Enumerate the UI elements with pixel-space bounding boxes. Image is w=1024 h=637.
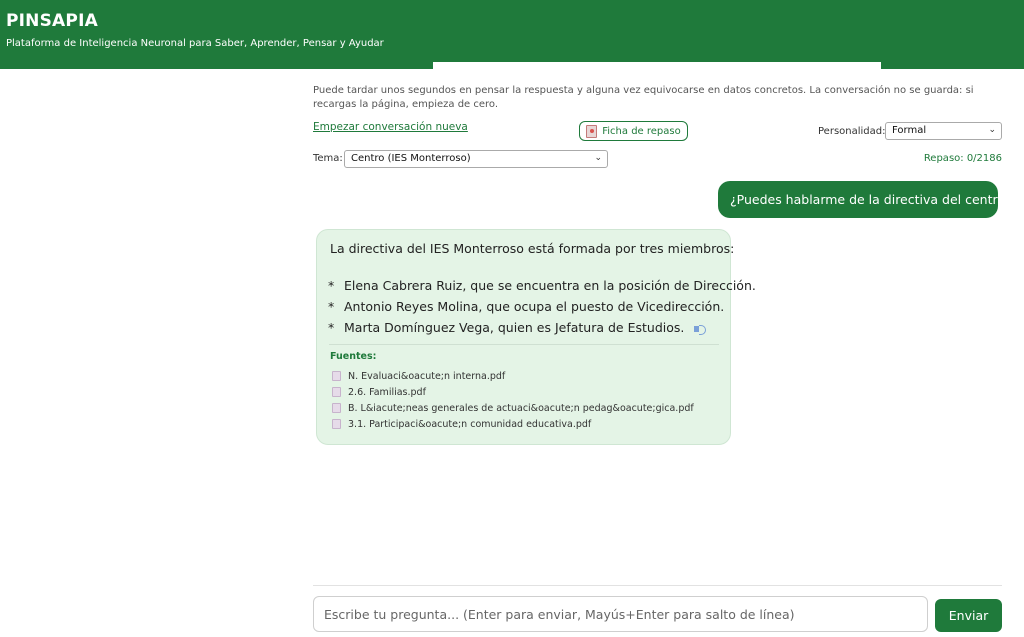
assistant-intro: La directiva del IES Monterroso está for… [330,241,735,256]
source-name: B. L&iacute;neas generales de actuaci&oa… [348,402,694,414]
list-item: * Elena Cabrera Ruiz, que se encuentra en… [328,278,756,299]
personality-value: Formal [892,125,927,136]
personality-select[interactable]: Formal ⌄ [885,122,1002,140]
app-header: PINSAPIA Plataforma de Inteligencia Neur… [0,0,1024,69]
source-item: 3.1. Participaci&oacute;n comunidad educ… [332,416,694,432]
composer-divider [313,585,1002,586]
list-bullet: * [328,299,335,314]
disclaimer-notice: Puede tardar unos segundos en pensar la … [313,85,974,110]
assistant-message: La directiva del IES Monterroso está for… [316,229,756,445]
chevron-down-icon: ⌄ [594,153,602,163]
pdf-file-icon [332,403,341,413]
chevron-down-icon: ⌄ [988,125,996,135]
list-bullet: * [328,320,335,335]
list-item-text: Marta Domínguez Vega, quien es Jefatura … [344,320,685,335]
send-button[interactable]: Enviar [935,599,1002,632]
topic-label: Tema: [313,153,343,164]
source-name: 3.1. Participaci&oacute;n comunidad educ… [348,418,592,430]
flashcard-icon [586,124,598,138]
sources-title: Fuentes: [330,351,377,362]
assistant-list: * Elena Cabrera Ruiz, que se encuentra en… [328,278,756,341]
list-item: * Antonio Reyes Molina, que ocupa el pues… [328,299,756,320]
ficha-repaso-button[interactable]: Ficha de repaso [579,121,688,141]
sources-list: N. Evaluaci&oacute;n interna.pdf 2.6. Fa… [332,368,694,432]
topic-select[interactable]: Centro (IES Monterroso) ⌄ [344,150,608,168]
new-conversation-link[interactable]: Empezar conversación nueva [313,121,468,133]
sources-divider [329,344,719,345]
speaker-icon[interactable] [694,324,708,335]
list-item-text: Elena Cabrera Ruiz, que se encuentra en … [344,278,756,293]
source-item: B. L&iacute;neas generales de actuaci&oa… [332,400,694,416]
user-message: ¿Puedes hablarme de la directiva del cen… [718,181,1012,218]
pdf-file-icon [332,371,341,381]
source-item: 2.6. Familias.pdf [332,384,694,400]
source-name: 2.6. Familias.pdf [348,386,426,398]
active-tab-indicator [433,62,881,69]
pdf-file-icon [332,387,341,397]
pdf-file-icon [332,419,341,429]
question-input[interactable] [313,596,928,632]
source-name: N. Evaluaci&oacute;n interna.pdf [348,370,506,382]
list-item-text: Antonio Reyes Molina, que ocupa el puest… [344,299,725,314]
list-item: * Marta Domínguez Vega, quien es Jefatura… [328,320,756,341]
source-item: N. Evaluaci&oacute;n interna.pdf [332,368,694,384]
personality-label: Personalidad: [818,126,886,137]
app-tagline: Plataforma de Inteligencia Neuronal para… [6,38,384,49]
list-bullet: * [328,278,335,293]
topic-value: Centro (IES Monterroso) [351,153,471,164]
review-counter: Repaso: 0/2186 [923,153,1002,164]
ficha-repaso-label: Ficha de repaso [602,125,681,137]
app-title: PINSAPIA [6,11,98,31]
